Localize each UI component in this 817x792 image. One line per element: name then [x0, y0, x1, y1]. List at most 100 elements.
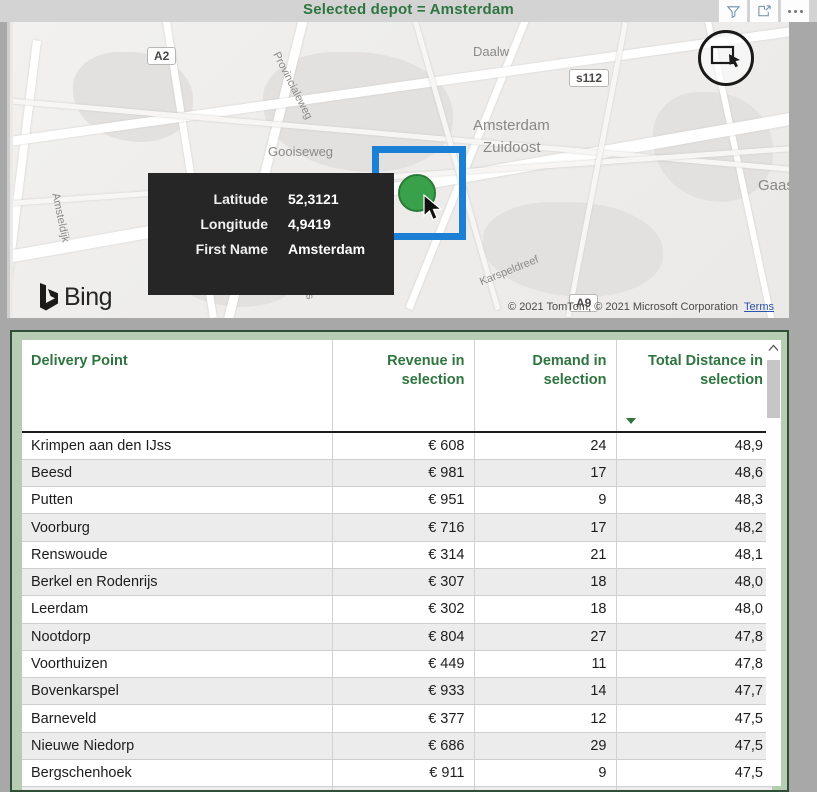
cell-revenue[interactable]: € 981: [332, 459, 475, 488]
table-row[interactable]: Krimpen aan den IJss € 608 24 48,9: [22, 432, 772, 460]
cell-distance[interactable]: 48,0: [616, 595, 772, 624]
cell-demand[interactable]: 24: [474, 432, 617, 460]
filter-glyph: [726, 5, 740, 18]
terms-link[interactable]: Terms: [744, 301, 774, 313]
cell-delivery_point[interactable]: Nieuwe Niedorp: [22, 732, 333, 761]
table-row[interactable]: Renswoude € 314 21 48,1: [22, 541, 772, 569]
column-header-label: Total Distance in selection: [648, 353, 763, 388]
cell-demand[interactable]: 18: [474, 568, 617, 597]
cell-revenue[interactable]: € 449: [332, 650, 475, 679]
cell-distance[interactable]: 48,9: [616, 432, 772, 460]
bing-logo: Bing: [38, 282, 113, 312]
cell-demand[interactable]: 29: [474, 732, 617, 761]
cell-revenue[interactable]: € 302: [332, 595, 475, 624]
cell-revenue[interactable]: € 686: [332, 732, 475, 761]
cell-revenue[interactable]: € 377: [332, 704, 475, 733]
cell-revenue[interactable]: € 314: [332, 541, 475, 569]
cell-distance[interactable]: 48,2: [616, 513, 772, 542]
cell-revenue[interactable]: € 716: [332, 513, 475, 542]
cell-revenue[interactable]: € 933: [332, 677, 475, 706]
table-row[interactable]: Leerdam € 302 18 48,0: [22, 595, 772, 624]
table-row[interactable]: Voorthuizen € 449 11 47,8: [22, 650, 772, 679]
table-row[interactable]: Nieuwe Niedorp € 686 29 47,5: [22, 732, 772, 761]
cell-demand[interactable]: 17: [474, 459, 617, 488]
cell-delivery_point[interactable]: Bergschenhoek: [22, 759, 333, 788]
filter-icon[interactable]: [719, 0, 747, 22]
cell-revenue[interactable]: € 307: [332, 568, 475, 597]
cell-revenue[interactable]: € 608: [332, 432, 475, 460]
map-attribution: © 2021 TomTom, © 2021 Microsoft Corporat…: [508, 301, 774, 313]
scrollbar-thumb[interactable]: [767, 360, 780, 418]
cell-delivery_point[interactable]: Voorburg: [22, 513, 333, 542]
cell-demand[interactable]: 27: [474, 623, 617, 651]
cell-distance[interactable]: 48,3: [616, 486, 772, 515]
cell-delivery_point[interactable]: Voorthuizen: [22, 650, 333, 679]
cell-demand[interactable]: 12: [474, 704, 617, 733]
cell-distance[interactable]: 48,6: [616, 459, 772, 488]
cell-distance[interactable]: 47,5: [616, 759, 772, 788]
cell-demand[interactable]: 9: [474, 759, 617, 788]
cell-revenue[interactable]: € 911: [332, 759, 475, 788]
cell-distance[interactable]: 48,1: [616, 541, 772, 569]
chevron-up-icon: [768, 344, 779, 351]
cell-distance[interactable]: 47,5: [616, 786, 772, 790]
table-row[interactable]: Nootdorp € 804 27 47,8: [22, 623, 772, 651]
cell-demand[interactable]: 18: [474, 595, 617, 624]
cell-delivery_point[interactable]: Berkel en Rodenrijs: [22, 568, 333, 597]
cell-distance[interactable]: 47,5: [616, 732, 772, 761]
cell-delivery_point[interactable]: Krimpen aan den IJss: [22, 432, 333, 460]
cell-delivery_point[interactable]: Bovenkarspel: [22, 677, 333, 706]
map-canvas[interactable]: A2 s112 A9 Amsterdam Zuidoost Gaasp Daal…: [13, 22, 789, 318]
table-visual[interactable]: Delivery Point Revenue in selection Dema…: [10, 330, 789, 792]
map-visual[interactable]: A2 s112 A9 Amsterdam Zuidoost Gaasp Daal…: [7, 22, 789, 318]
cell-delivery_point[interactable]: Putten: [22, 486, 333, 515]
focus-mode-icon[interactable]: [750, 0, 778, 22]
cell-distance[interactable]: 47,8: [616, 623, 772, 651]
column-header-total-distance[interactable]: Total Distance in selection: [616, 340, 772, 433]
tooltip-row: First Name Amsterdam: [164, 241, 378, 257]
table-row[interactable]: Putten € 951 9 48,3: [22, 486, 772, 515]
cell-revenue[interactable]: € 804: [332, 623, 475, 651]
cell-demand[interactable]: 9: [474, 486, 617, 515]
select-mode-icon: [710, 45, 740, 68]
table-vertical-scrollbar[interactable]: [766, 340, 781, 786]
cell-delivery_point[interactable]: Lekkerkerk: [22, 786, 333, 790]
table-row[interactable]: Lekkerkerk€ 9651747,5: [22, 786, 772, 790]
table-scroll-area[interactable]: Delivery Point Revenue in selection Dema…: [22, 340, 772, 790]
table-row[interactable]: Berkel en Rodenrijs € 307 18 48,0: [22, 568, 772, 597]
column-header-demand[interactable]: Demand in selection: [474, 340, 617, 433]
focus-mode-glyph: [757, 4, 771, 16]
table-row[interactable]: Bovenkarspel € 933 14 47,7: [22, 677, 772, 706]
table-row[interactable]: Beesd € 981 17 48,6: [22, 459, 772, 488]
scroll-up-arrow-icon[interactable]: [766, 340, 781, 356]
cell-demand[interactable]: 11: [474, 650, 617, 679]
table-row[interactable]: Barneveld € 377 12 47,5: [22, 704, 772, 733]
cell-delivery_point[interactable]: Barneveld: [22, 704, 333, 733]
cell-demand[interactable]: 21: [474, 541, 617, 569]
cell-demand[interactable]: 17: [474, 513, 617, 542]
table-row[interactable]: Voorburg € 716 17 48,2: [22, 513, 772, 542]
tooltip-row: Latitude 52,3121: [164, 191, 378, 207]
cell-revenue[interactable]: € 951: [332, 486, 475, 515]
visual-header-actions: [719, 0, 809, 22]
cell-revenue[interactable]: € 965: [332, 786, 475, 790]
cell-distance[interactable]: 47,7: [616, 677, 772, 706]
cell-distance[interactable]: 47,5: [616, 704, 772, 733]
delivery-point-table: Delivery Point Revenue in selection Dema…: [22, 340, 772, 790]
column-header-revenue[interactable]: Revenue in selection: [332, 340, 475, 433]
cell-delivery_point[interactable]: Renswoude: [22, 541, 333, 569]
ellipsis-glyph: [787, 9, 803, 13]
cell-delivery_point[interactable]: Nootdorp: [22, 623, 333, 651]
table-header-row: Delivery Point Revenue in selection Dema…: [22, 340, 772, 433]
cell-distance[interactable]: 47,8: [616, 650, 772, 679]
cell-distance[interactable]: 48,0: [616, 568, 772, 597]
cell-demand[interactable]: 14: [474, 677, 617, 706]
table-row[interactable]: Bergschenhoek € 911 9 47,5: [22, 759, 772, 788]
cell-delivery_point[interactable]: Leerdam: [22, 595, 333, 624]
cell-delivery_point[interactable]: Beesd: [22, 459, 333, 488]
map-select-mode-button[interactable]: [698, 30, 754, 86]
column-header-delivery-point[interactable]: Delivery Point: [22, 340, 333, 433]
cell-demand[interactable]: 17: [474, 786, 617, 790]
page-title: Selected depot = Amsterdam: [303, 1, 514, 18]
more-options-icon[interactable]: [781, 0, 809, 22]
